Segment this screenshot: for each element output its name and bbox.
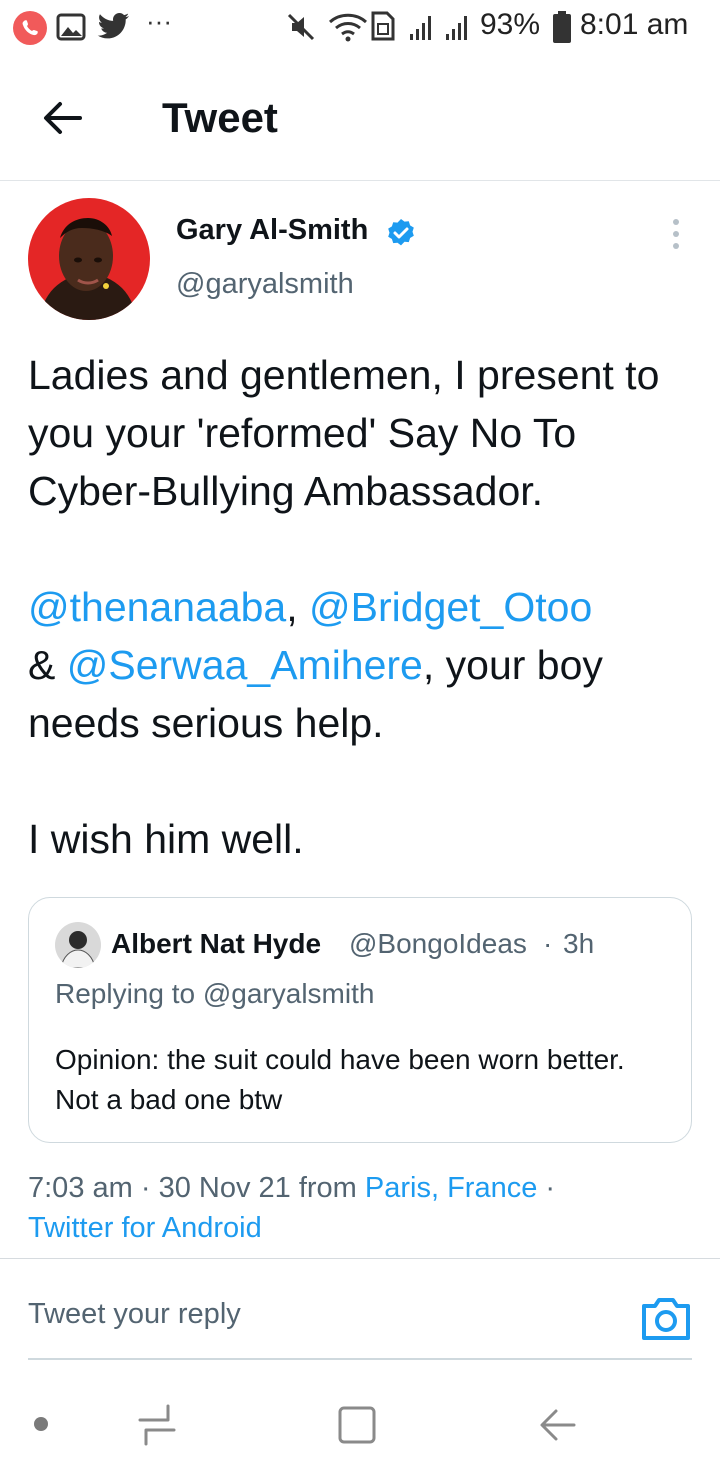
more-vertical-icon [673, 219, 679, 249]
comma-text: , [286, 584, 310, 630]
recents-button[interactable] [132, 1400, 182, 1450]
more-options-button[interactable] [662, 216, 690, 252]
gallery-icon [56, 13, 86, 41]
quoted-author-name: Albert Nat Hyde [111, 928, 322, 959]
camera-icon [642, 1298, 690, 1340]
home-icon [338, 1406, 376, 1444]
tweet-time: 7:03 am [28, 1172, 133, 1204]
quoted-tweet-card[interactable]: Albert Nat Hyde @BongoIdeas · 3h Replyin… [28, 897, 692, 1143]
mention-link[interactable]: @Bridget_Otoo [309, 584, 592, 630]
camera-button[interactable] [640, 1294, 692, 1342]
mention-link[interactable]: @thenanaaba [28, 584, 286, 630]
verified-badge-icon [388, 219, 414, 246]
quoted-text: Opinion: the suit could have been worn b… [55, 1044, 625, 1115]
page-title: Tweet [162, 94, 278, 141]
signal-icon [410, 16, 467, 40]
tweet-text: Ladies and gentlemen, I present to you y… [28, 346, 698, 868]
meta-separator: · [132, 1172, 159, 1204]
tweet-date: 30 Nov 21 [158, 1172, 291, 1204]
clock: 8:01 am [580, 8, 689, 41]
quoted-avatar-image [55, 922, 101, 968]
ampersand-text: & [28, 642, 67, 688]
back-nav-button[interactable] [534, 1400, 584, 1450]
reply-input[interactable]: Tweet your reply [28, 1298, 241, 1331]
top-app-bar: Tweet [0, 56, 720, 181]
quoted-timestamp: 3h [563, 928, 595, 959]
mention-link[interactable]: @Serwaa_Amihere [67, 642, 423, 688]
quoted-separator: · [543, 928, 553, 959]
reply-underline [28, 1358, 692, 1360]
author-handle[interactable]: @garyalsmith [176, 268, 354, 301]
avatar-image [28, 198, 150, 320]
twitter-icon [97, 13, 129, 39]
arrow-left-icon [44, 102, 82, 134]
overflow-dots: ··· [146, 6, 172, 36]
quoted-replying-to: Replying to @garyalsmith [55, 978, 375, 1009]
tweet-paragraph-1: Ladies and gentlemen, I present to you y… [28, 352, 660, 514]
tweet-paragraph-3: I wish him well. [28, 816, 304, 862]
back-button[interactable] [30, 86, 94, 150]
back-nav-icon [540, 1409, 576, 1441]
sim-icon [371, 11, 395, 41]
tweet-paragraph-2: @thenanaaba, @Bridget_Otoo & @Serwaa_Amih… [28, 578, 698, 752]
status-bar: ··· 93% 8:01 am [0, 0, 720, 56]
divider [0, 1258, 720, 1259]
mute-icon [287, 13, 315, 41]
wifi-icon [328, 13, 368, 42]
battery-percent: 93% [480, 8, 541, 41]
location-link[interactable]: Paris, France [365, 1172, 537, 1204]
whatsapp-icon [13, 11, 47, 45]
recents-icon [138, 1404, 176, 1446]
meta-separator: · [537, 1172, 556, 1204]
source-link[interactable]: Twitter for Android [28, 1212, 262, 1244]
author-avatar[interactable] [28, 198, 150, 320]
author-name[interactable]: Gary Al-Smith [176, 214, 368, 247]
home-button[interactable] [334, 1400, 384, 1450]
nav-dot[interactable] [34, 1417, 48, 1431]
quoted-author-handle: @BongoIdeas [349, 928, 527, 959]
quoted-avatar [55, 922, 101, 968]
meta-from: from [290, 1172, 365, 1204]
tweet-meta: 7:03 am · 30 Nov 21 from Paris, France ·… [28, 1168, 698, 1248]
battery-icon [553, 11, 571, 43]
